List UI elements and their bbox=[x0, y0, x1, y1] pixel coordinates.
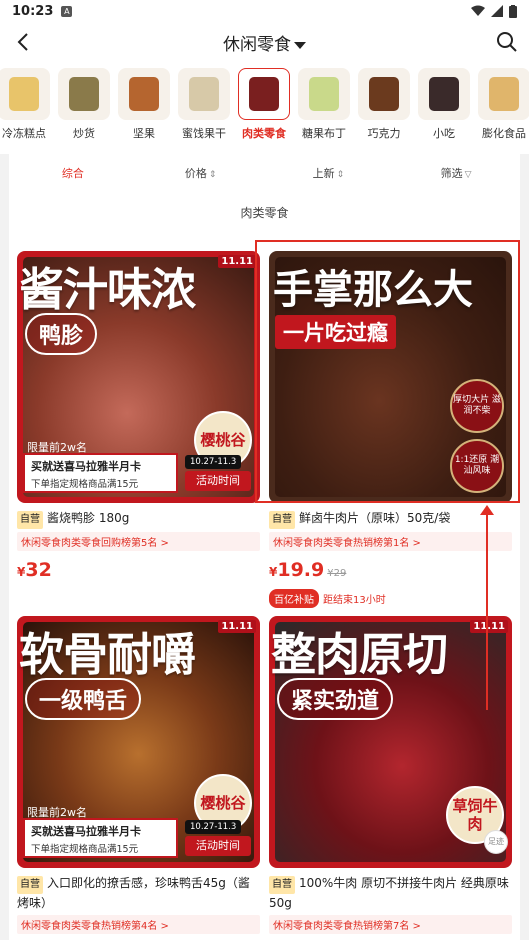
image-pill-label: 一级鸭舌 bbox=[25, 678, 142, 720]
product-name: 自营 鲜卤牛肉片（原味）50克/袋 bbox=[269, 509, 512, 529]
product-name: 自营 入口即化的撩舌感，珍味鸭舌45g（酱烤味） bbox=[17, 876, 250, 910]
category-item[interactable]: 糖果布丁 bbox=[296, 68, 352, 141]
original-price: ¥29 bbox=[327, 568, 347, 579]
category-item[interactable]: 蜜饯果干 bbox=[176, 68, 232, 141]
product-name: 自营 酱烧鸭胗 180g bbox=[17, 509, 260, 529]
rank-link[interactable]: 休闲零食肉类零食热销榜第1名 > bbox=[269, 532, 512, 551]
top-nav: 休闲零食 bbox=[0, 22, 529, 62]
promo-date: 10.27-11.3 bbox=[185, 455, 242, 469]
product-name: 自营 100%牛肉 原切不拼接牛肉片 经典原味50g bbox=[269, 876, 509, 910]
product-image[interactable]: 软骨耐嚼 一级鸭舌 11.11 樱桃谷 限量前2w名 买就送喜马拉雅半月卡 下单… bbox=[17, 616, 260, 868]
category-thumbnail bbox=[9, 77, 39, 111]
status-time: 10:23 bbox=[12, 3, 54, 19]
product-card[interactable]: 整肉原切 紧实劲道 11.11 草饲牛肉 自营 100%牛肉 原切不拼接牛肉片 经… bbox=[269, 616, 512, 934]
category-label: 冷冻糕点 bbox=[2, 127, 46, 140]
category-label: 糖果布丁 bbox=[302, 127, 346, 140]
image-headline: 软骨耐嚼 bbox=[19, 628, 196, 681]
category-title-dropdown[interactable]: 休闲零食 bbox=[0, 30, 529, 55]
self-operated-tag: 自营 bbox=[269, 511, 295, 529]
self-operated-tag: 自营 bbox=[17, 876, 43, 894]
highlight-box bbox=[255, 240, 520, 503]
status-bar: 10:23 A bbox=[0, 0, 529, 22]
promo-line2: 下单指定规格商品满15元 bbox=[31, 479, 139, 490]
sort-new[interactable]: 上新 ⇕ bbox=[265, 165, 393, 181]
annotation-arrow-line bbox=[486, 510, 488, 710]
double11-badge: 11.11 bbox=[218, 255, 256, 268]
category-label: 膨化食品 bbox=[482, 127, 526, 140]
subsidy-row: 百亿补贴 距结束13小时 bbox=[269, 589, 512, 608]
category-label: 蜜饯果干 bbox=[182, 127, 226, 140]
promo-banner: 限量前2w名 买就送喜马拉雅半月卡 下单指定规格商品满15元 10.27-11.… bbox=[23, 806, 254, 862]
promo-banner: 限量前2w名 买就送喜马拉雅半月卡 下单指定规格商品满15元 10.27-11.… bbox=[23, 441, 254, 497]
category-thumbnail bbox=[189, 77, 219, 111]
category-item[interactable]: 膨化食品 bbox=[476, 68, 529, 141]
category-thumbnail bbox=[69, 77, 99, 111]
signal-icon bbox=[491, 5, 503, 17]
product-card[interactable]: 酱汁味浓 鸭胗 11.11 樱桃谷 限量前2w名 买就送喜马拉雅半月卡 下单指定… bbox=[17, 251, 260, 581]
promo-activity: 活动时间 bbox=[185, 471, 251, 491]
image-pill-label: 鸭胗 bbox=[25, 313, 98, 355]
sort-bar: 综合 价格 ⇕ 上新 ⇕ 筛选 ▽ bbox=[9, 154, 520, 192]
product-image[interactable]: 酱汁味浓 鸭胗 11.11 樱桃谷 限量前2w名 买就送喜马拉雅半月卡 下单指定… bbox=[17, 251, 260, 503]
category-thumbnail bbox=[489, 77, 519, 111]
category-item[interactable]: 坚果 bbox=[116, 68, 172, 141]
filter-funnel-icon: ▽ bbox=[464, 170, 472, 180]
category-item[interactable]: 炒货 bbox=[56, 68, 112, 141]
product-image[interactable]: 整肉原切 紧实劲道 11.11 草饲牛肉 bbox=[269, 616, 512, 868]
rank-link[interactable]: 休闲零食肉类零食回购榜第5名 > bbox=[17, 532, 260, 551]
product-price: ¥32 bbox=[17, 559, 52, 581]
page-title: 休闲零食 bbox=[223, 35, 291, 55]
image-pill-label: 紧实劲道 bbox=[277, 678, 394, 720]
category-thumbnail bbox=[129, 77, 159, 111]
promo-line1: 买就送喜马拉雅半月卡 bbox=[31, 460, 141, 473]
caret-down-icon bbox=[294, 41, 306, 49]
sort-arrows-icon: ⇕ bbox=[208, 170, 217, 180]
notification-a-icon: A bbox=[61, 5, 73, 17]
category-thumbnail bbox=[369, 77, 399, 111]
section-title: 肉类零食 bbox=[240, 206, 289, 220]
image-headline: 整肉原切 bbox=[271, 628, 448, 681]
category-label: 小吃 bbox=[433, 127, 455, 140]
double11-badge: 11.11 bbox=[470, 620, 508, 633]
promo-activity: 活动时间 bbox=[185, 836, 251, 856]
image-headline: 酱汁味浓 bbox=[19, 263, 196, 316]
category-item[interactable]: 冷冻糕点 bbox=[0, 68, 52, 141]
search-icon[interactable] bbox=[495, 30, 519, 54]
double11-badge: 11.11 bbox=[218, 620, 256, 633]
sort-price[interactable]: 价格 ⇕ bbox=[137, 165, 265, 181]
promo-date: 10.27-11.3 bbox=[185, 820, 242, 834]
self-operated-tag: 自营 bbox=[17, 511, 43, 529]
product-card[interactable]: 软骨耐嚼 一级鸭舌 11.11 樱桃谷 限量前2w名 买就送喜马拉雅半月卡 下单… bbox=[17, 616, 260, 934]
self-operated-tag: 自营 bbox=[269, 876, 295, 894]
battery-icon bbox=[509, 4, 517, 18]
wifi-icon bbox=[471, 5, 485, 16]
category-item[interactable]: 小吃 bbox=[416, 68, 472, 141]
sort-filter[interactable]: 筛选 ▽ bbox=[392, 165, 520, 181]
category-thumbnail bbox=[429, 77, 459, 111]
category-label: 肉类零食 bbox=[242, 127, 286, 140]
promo-line1: 买就送喜马拉雅半月卡 bbox=[31, 825, 141, 838]
footprint-button[interactable]: 足迹 bbox=[484, 830, 508, 854]
category-label: 坚果 bbox=[133, 127, 155, 140]
category-item-active[interactable]: 肉类零食 bbox=[236, 68, 292, 141]
product-price: ¥19.9 ¥29 bbox=[269, 559, 347, 581]
category-thumbnail bbox=[249, 77, 279, 111]
category-thumbnail bbox=[309, 77, 339, 111]
sort-arrows-icon: ⇕ bbox=[336, 170, 345, 180]
sort-comprehensive[interactable]: 综合 bbox=[9, 165, 137, 181]
rank-link[interactable]: 休闲零食肉类零食热销榜第4名 > bbox=[17, 915, 260, 934]
category-strip: 冷冻糕点 炒货 坚果 蜜饯果干 肉类零食 糖果布丁 巧克力 小吃 膨化食品 bbox=[0, 62, 529, 154]
promo-line2: 下单指定规格商品满15元 bbox=[31, 844, 139, 855]
status-icons bbox=[471, 4, 517, 18]
category-item[interactable]: 巧克力 bbox=[356, 68, 412, 141]
category-label: 炒货 bbox=[73, 127, 95, 140]
category-label: 巧克力 bbox=[367, 127, 401, 140]
rank-link[interactable]: 休闲零食肉类零食热销榜第7名 > bbox=[269, 915, 512, 934]
subsidy-badge: 百亿补贴 bbox=[269, 589, 319, 608]
subsidy-countdown: 距结束13小时 bbox=[323, 595, 386, 606]
